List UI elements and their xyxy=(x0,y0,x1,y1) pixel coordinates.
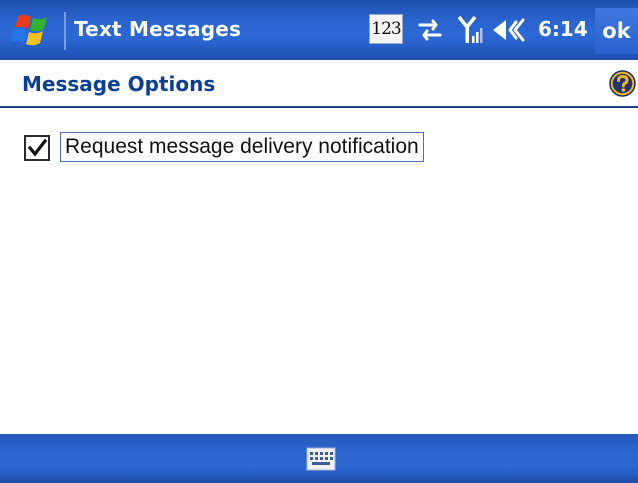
volume-icon[interactable] xyxy=(490,16,530,49)
keyboard-icon xyxy=(306,447,336,471)
data-connection-icon[interactable] xyxy=(415,16,445,49)
input-mode-icon[interactable]: 123 xyxy=(369,14,403,44)
clock[interactable]: 6:14 xyxy=(538,17,588,41)
menu-bar xyxy=(0,434,638,483)
ok-button[interactable]: ok xyxy=(595,8,638,54)
title-bar: Text Messages 123 6:14 ok xyxy=(0,0,638,60)
app-title: Text Messages xyxy=(74,17,242,41)
delivery-notification-checkbox[interactable] xyxy=(24,135,50,161)
help-icon[interactable] xyxy=(609,70,636,97)
options-panel: Request message delivery notification xyxy=(0,108,638,434)
delivery-notification-label[interactable]: Request message delivery notification xyxy=(60,132,424,162)
windows-start-icon xyxy=(11,14,47,46)
page-title: Message Options xyxy=(22,72,216,96)
checkmark-icon xyxy=(27,138,48,157)
page-header: Message Options xyxy=(0,60,638,106)
message-options-screen: Text Messages 123 6:14 ok Message Option… xyxy=(0,0,638,483)
input-panel-button[interactable] xyxy=(306,446,336,472)
signal-strength-icon[interactable] xyxy=(456,14,484,51)
start-button[interactable] xyxy=(4,8,60,52)
title-separator xyxy=(64,12,66,50)
